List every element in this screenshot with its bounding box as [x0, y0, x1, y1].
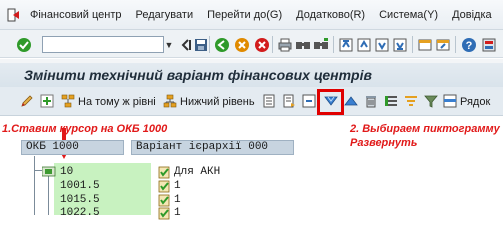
tree-child-code[interactable]: 1015.5: [60, 194, 100, 207]
next-page-icon[interactable]: [374, 37, 390, 53]
menu-system[interactable]: Система(Y): [379, 9, 438, 21]
same-level-label: На тому ж рівні: [78, 96, 156, 108]
check-doc-icon: [158, 166, 172, 179]
find-next-icon[interactable]: [313, 37, 329, 53]
lower-level-label: Нижчий рівень: [180, 96, 255, 108]
tree-root-node[interactable]: ОКБ 1000: [21, 140, 124, 155]
page-title: Змінити технічний варіант фінансових цен…: [24, 67, 372, 83]
list-button[interactable]: [384, 94, 398, 110]
command-field[interactable]: [42, 36, 164, 53]
tree-root-description[interactable]: Варіант ієрархії 000: [131, 140, 294, 155]
menu-edit[interactable]: Редагувати: [136, 9, 194, 21]
hierarchy-lower-level-icon: [163, 94, 177, 111]
step2-annotation-line1: 2. Выбираем пиктограмму: [350, 123, 500, 135]
tree-child-description: 1: [174, 180, 181, 192]
delete-button[interactable]: [364, 94, 378, 110]
print-icon[interactable]: [277, 37, 293, 53]
command-dropdown-icon[interactable]: ▼: [164, 36, 174, 53]
cancel-icon[interactable]: [254, 37, 270, 53]
new-session-icon[interactable]: [417, 37, 433, 53]
same-level-button[interactable]: На тому ж рівні: [61, 94, 156, 110]
root-code: ОКБ 1000: [26, 141, 79, 153]
create-button[interactable]: [40, 94, 54, 110]
detail-button[interactable]: [262, 94, 276, 110]
help-icon[interactable]: ?: [461, 37, 477, 53]
back-icon[interactable]: [214, 37, 230, 53]
menu-extras[interactable]: Додатково(R): [296, 9, 365, 21]
expand-highlight-frame: [317, 89, 344, 115]
collapse-subtree-button[interactable]: [344, 94, 358, 110]
tree-child-description: Для АКН: [174, 166, 221, 178]
check-doc-icon: [158, 207, 172, 220]
find-icon[interactable]: [295, 37, 311, 53]
select-subtree-button[interactable]: [282, 94, 296, 110]
menu-goto[interactable]: Перейти до(G): [207, 9, 282, 21]
previous-page-icon[interactable]: [356, 37, 372, 53]
svg-text:?: ?: [466, 40, 473, 52]
exit-icon[interactable]: [6, 6, 22, 24]
document-list-icon: [262, 94, 276, 111]
tree-child-code[interactable]: 1001.5: [60, 180, 100, 193]
standard-toolbar: ▼ ?: [0, 30, 503, 58]
exit-app-icon[interactable]: [234, 37, 250, 53]
lower-level-button[interactable]: Нижчий рівень: [163, 94, 255, 110]
list-icon: [384, 94, 398, 111]
step1-annotation: 1.Ставим курсор на ОКБ 1000: [2, 123, 168, 135]
tree-connector: [34, 170, 42, 171]
enter-icon[interactable]: [16, 37, 32, 53]
row-label: Рядок: [460, 96, 491, 108]
node-folder-icon[interactable]: [41, 165, 56, 178]
tree-connector: [48, 176, 49, 215]
change-button[interactable]: [20, 94, 34, 110]
check-doc-icon: [158, 194, 172, 207]
collapse-triangle-icon: [344, 94, 358, 111]
menu-bar: Фінансовий центр Редагувати Перейти до(G…: [0, 0, 503, 30]
collapse-all-button[interactable]: [302, 94, 316, 110]
shortcut-icon[interactable]: [435, 37, 451, 53]
menu-financial-center[interactable]: Фінансовий центр: [30, 9, 122, 21]
tree-child-code[interactable]: 10: [60, 166, 73, 179]
create-icon: [40, 94, 54, 111]
row-icon: [443, 94, 457, 111]
tree-connector: [34, 156, 35, 215]
first-page-icon[interactable]: [338, 37, 354, 53]
menu-help[interactable]: Довідка: [452, 9, 492, 21]
save-icon[interactable]: [193, 37, 209, 53]
row-button[interactable]: Рядок: [443, 94, 490, 110]
hierarchy-same-level-icon: [61, 94, 75, 111]
collapse-icon: [302, 94, 316, 111]
document-select-icon: [282, 94, 296, 111]
pencil-icon: [20, 94, 34, 111]
check-doc-icon: [158, 180, 172, 193]
sort-button[interactable]: [404, 94, 418, 110]
last-page-icon[interactable]: [392, 37, 408, 53]
tree-child-code[interactable]: 1022.5: [60, 207, 100, 220]
trash-icon: [364, 94, 378, 111]
filter-icon: [424, 94, 438, 111]
title-bar: Змінити технічний варіант фінансових цен…: [0, 63, 503, 87]
root-description: Варіант ієрархії 000: [136, 141, 269, 153]
customize-layout-icon[interactable]: [481, 37, 497, 53]
step2-annotation-line2: Развернуть: [350, 137, 418, 149]
application-toolbar: На тому ж рівні Нижчий рівень Рядок: [0, 87, 503, 116]
sort-icon: [404, 94, 418, 111]
filter-button[interactable]: [424, 94, 438, 110]
tree-child-description: 1: [174, 194, 181, 206]
tree-child-description: 1: [174, 207, 181, 219]
history-icon[interactable]: [178, 37, 194, 53]
